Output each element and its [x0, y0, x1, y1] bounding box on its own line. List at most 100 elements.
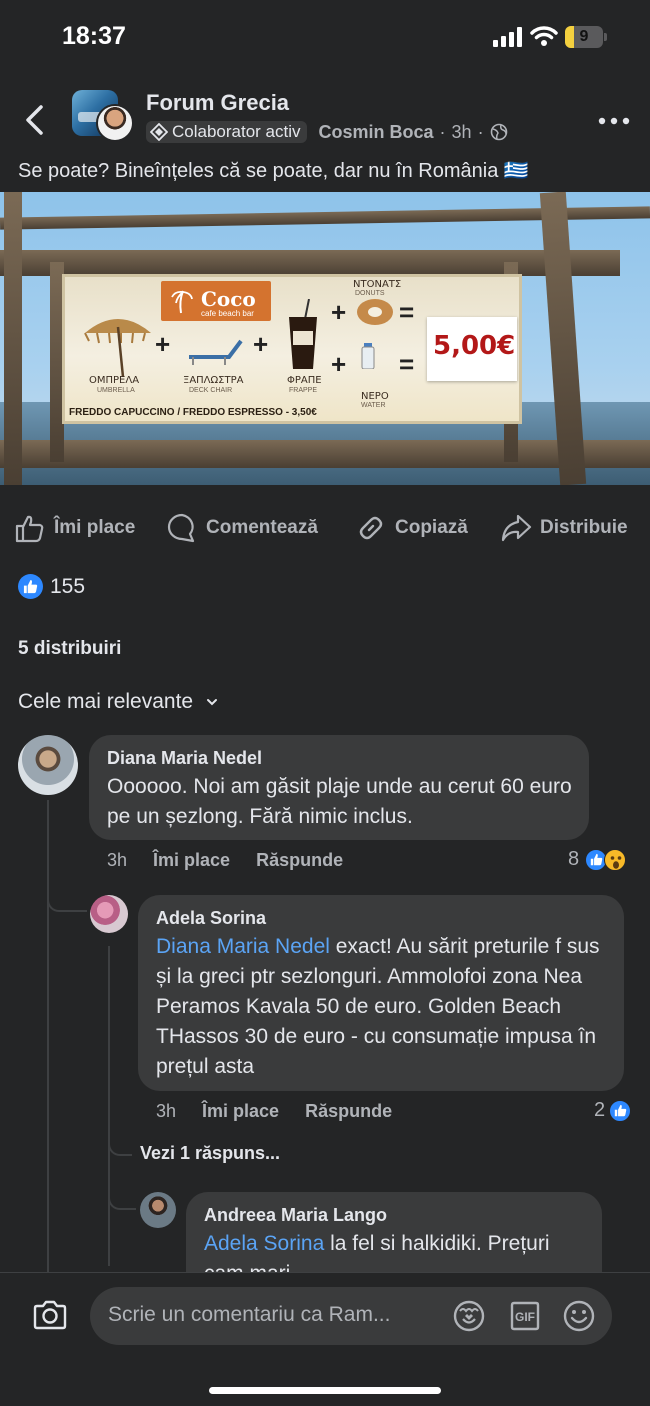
- signal-icon: [493, 27, 522, 47]
- comment-bubble: Diana Maria Nedel Oooooo. Noi am găsit p…: [89, 735, 589, 840]
- commenter-avatar[interactable]: [90, 895, 128, 933]
- coco-brand-sub: cafe beach bar: [201, 309, 254, 318]
- comment-time: 3h: [156, 1101, 177, 1121]
- photo-beam: [0, 440, 650, 468]
- avatar-sticker-icon[interactable]: [452, 1299, 486, 1333]
- thread-connector: [108, 1194, 136, 1210]
- thread-line: [108, 946, 110, 1266]
- post-meta: Colaborator activ Cosmin Boca · 3h ·: [146, 121, 508, 143]
- emoji-icon[interactable]: [562, 1299, 596, 1333]
- comment-text: Oooooo. Noi am găsit plaje unde au cerut…: [107, 775, 572, 828]
- battery-percent: 9: [579, 28, 589, 45]
- commenter-name[interactable]: Adela Sorina: [156, 908, 266, 929]
- author-name[interactable]: Cosmin Boca: [319, 122, 434, 143]
- comment-bubble: Adela Sorina Diana Maria Nedel exact! Au…: [138, 895, 624, 1091]
- back-chevron-icon[interactable]: [22, 104, 48, 136]
- comment-reply-button[interactable]: Răspunde: [305, 1101, 392, 1122]
- photo-beam: [0, 250, 620, 276]
- commenter-avatar[interactable]: [18, 735, 78, 795]
- badge-label: Colaborator activ: [172, 122, 301, 141]
- post-separator-2: ·: [477, 121, 484, 142]
- group-avatar[interactable]: [72, 90, 134, 142]
- coco-logo: Coco cafe beach bar: [161, 281, 271, 321]
- comment-meta: 3h Îmi place Răspunde: [156, 1101, 392, 1122]
- more-options-icon[interactable]: [598, 116, 630, 126]
- thumbs-up-icon: [15, 515, 44, 543]
- comment-sort-dropdown[interactable]: Cele mai relevante: [18, 690, 219, 714]
- price-sign: Coco cafe beach bar + + + = + = 5,00€ ΟΜ…: [62, 274, 522, 424]
- photo-price: 5,00€: [433, 331, 516, 361]
- group-name[interactable]: Forum Grecia: [146, 90, 289, 116]
- comment-button[interactable]: Comentează: [166, 508, 318, 548]
- comment-mention[interactable]: Adela Sorina: [204, 1232, 324, 1255]
- commenter-name[interactable]: Diana Maria Nedel: [107, 748, 262, 769]
- post-time[interactable]: 3h: [452, 122, 472, 143]
- commenter-name[interactable]: Andreea Maria Lango: [204, 1205, 387, 1226]
- home-indicator[interactable]: [209, 1387, 441, 1394]
- comment-meta: 3h Îmi place Răspunde: [107, 850, 343, 871]
- sign-label-water: ΝΕΡΟ: [361, 391, 389, 402]
- battery-indicator: 9: [565, 26, 607, 48]
- status-bar: 18:37 9: [0, 0, 650, 70]
- comment-reactions[interactable]: 2: [594, 1099, 632, 1122]
- share-button[interactable]: Distribuie: [500, 508, 628, 548]
- comment-text: Diana Maria Nedel exact! Au sărit pretur…: [156, 932, 612, 1082]
- sign-label-umbrella: ΟΜΠΡΕΛΑ: [89, 375, 140, 386]
- comment-label: Comentează: [206, 517, 318, 538]
- post-photo[interactable]: Coco cafe beach bar + + + = + = 5,00€ ΟΜ…: [0, 192, 650, 485]
- comment-input[interactable]: Scrie un comentariu ca Ram... GIF: [90, 1287, 612, 1345]
- share-arrow-icon: [501, 514, 532, 542]
- like-label: Îmi place: [54, 517, 136, 538]
- comment-reactions[interactable]: 8: [568, 848, 627, 871]
- sign-label-deckchair: ΞΑΠΛΩΣΤΡΑ: [183, 375, 244, 386]
- share-label: Distribuie: [540, 517, 628, 538]
- thread-line: [47, 800, 49, 1276]
- view-replies-link[interactable]: Vezi 1 răspuns...: [140, 1143, 280, 1164]
- wifi-icon: [530, 26, 558, 46]
- sign-sublabel-water: WATER: [361, 402, 386, 409]
- like-button[interactable]: Îmi place: [14, 508, 135, 548]
- comment-reaction-count: 2: [594, 1099, 606, 1121]
- thread-connector: [108, 1140, 132, 1156]
- sort-label: Cele mai relevante: [18, 690, 194, 713]
- sign-label-donuts: ΝΤΟΝΑΤΣ: [353, 279, 402, 290]
- comment-input-placeholder: Scrie un comentariu ca Ram...: [108, 1303, 391, 1326]
- post-action-bar: Îmi place Comentează Copiază Distribuie: [0, 508, 650, 548]
- reactions-summary[interactable]: 155: [18, 574, 85, 599]
- comment-mention[interactable]: Diana Maria Nedel: [156, 935, 330, 958]
- coco-brand: Coco: [201, 287, 256, 311]
- comment-reply-button[interactable]: Răspunde: [256, 850, 343, 871]
- copy-label: Copiază: [395, 517, 468, 538]
- sign-label-frappe: ΦΡΑΠΕ: [287, 375, 322, 386]
- globe-icon: [490, 123, 507, 141]
- price-card: 5,00€: [427, 317, 517, 381]
- reactions-count: 155: [50, 574, 86, 598]
- camera-icon[interactable]: [32, 1299, 68, 1331]
- gif-icon[interactable]: GIF: [508, 1299, 542, 1333]
- thread-connector: [47, 896, 87, 912]
- like-reaction-icon: [18, 574, 43, 599]
- wow-reaction-icon: [604, 848, 627, 871]
- link-icon: [359, 516, 383, 540]
- svg-text:GIF: GIF: [515, 1310, 535, 1324]
- copy-button[interactable]: Copiază: [355, 508, 468, 548]
- sign-sublabel-umbrella: UMBRELLA: [97, 387, 135, 394]
- commenter-avatar[interactable]: [140, 1192, 176, 1228]
- post-caption: Se poate? Bineînțeles că se poate, dar n…: [18, 160, 529, 182]
- comment-like-button[interactable]: Îmi place: [153, 850, 230, 871]
- comment-time: 3h: [107, 850, 128, 870]
- chevron-down-icon: [207, 699, 218, 706]
- sign-footer: FREDDO CAPUCCINO / FREDDO ESPRESSO - 3,5…: [69, 407, 317, 418]
- comment-bubble-icon: [167, 513, 195, 543]
- comment-like-button[interactable]: Îmi place: [202, 1101, 279, 1122]
- shares-count[interactable]: 5 distribuiri: [18, 638, 121, 660]
- comment-composer: Scrie un comentariu ca Ram... GIF: [0, 1272, 650, 1406]
- sign-sublabel-frappe: FRAPPE: [289, 387, 318, 394]
- photo-post: [4, 192, 22, 485]
- comment-reaction-count: 8: [568, 848, 580, 870]
- sign-sublabel-deckchair: DECK CHAIR: [189, 387, 233, 394]
- diamond-badge-icon: [150, 123, 168, 141]
- contributor-badge[interactable]: Colaborator activ: [146, 121, 307, 143]
- post-separator: ·: [439, 121, 446, 142]
- sign-sublabel-donuts: DONUTS: [355, 290, 385, 297]
